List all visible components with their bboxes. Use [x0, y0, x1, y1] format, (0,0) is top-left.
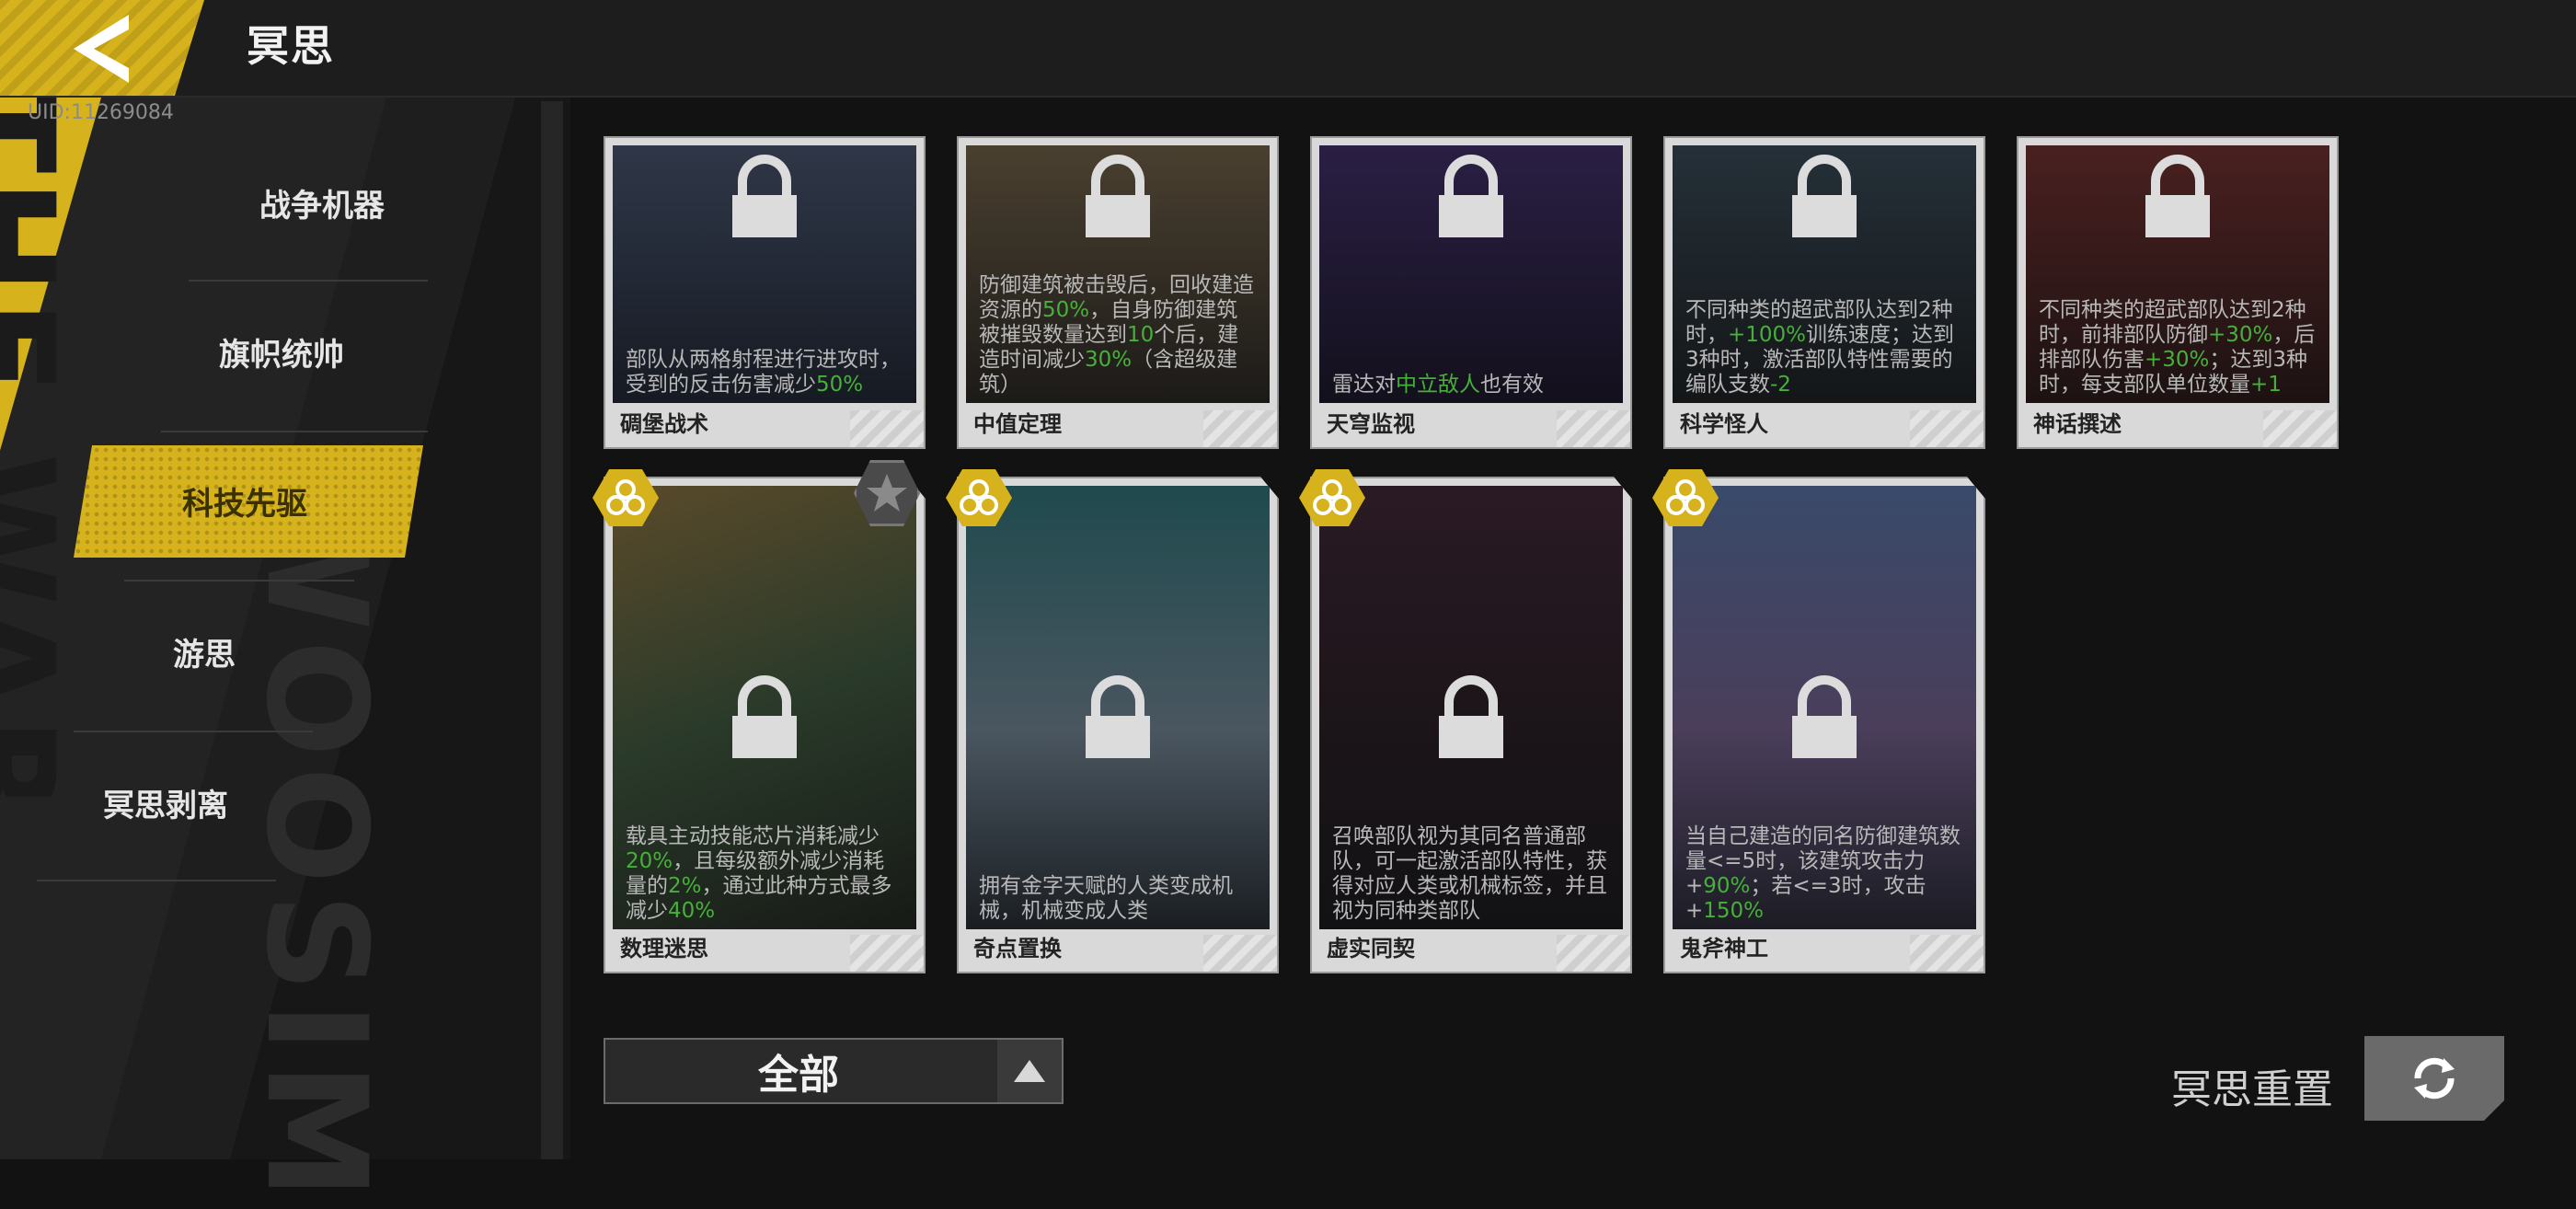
card-name: 鬼斧神工 — [1680, 936, 1768, 961]
card-art: 当自己建造的同名防御建筑数量<=5时，该建筑攻击力+90%；若<=3时，攻击+1… — [1673, 486, 1976, 929]
sidebar-divider — [124, 580, 354, 581]
card-description: 召唤部队视为其同名普通部队，可一起激活部队特性，获得对应人类或机械标签，并且视为… — [1332, 824, 1607, 923]
lock-icon — [1792, 155, 1857, 237]
back-arrow-icon — [74, 15, 129, 83]
card-art: 雷达对中立敌人也有效 — [1319, 145, 1623, 403]
card-art: 召唤部队视为其同名普通部队，可一起激活部队特性，获得对应人类或机械标签，并且视为… — [1319, 486, 1623, 929]
card-description: 防御建筑被击毁后，回收建造资源的50%，自身防御建筑被摧毁数量达到10个后，建造… — [979, 273, 1254, 397]
card-corner-stripes — [1203, 410, 1277, 447]
sidebar-divider — [37, 880, 276, 881]
card-art: 不同种类的超武部队达到2种时，前排部队防御+30%，后排部队伤害+30%；达到3… — [2026, 145, 2329, 403]
card-corner-stripes — [2263, 410, 2337, 447]
card-name: 中值定理 — [973, 411, 1062, 437]
back-button[interactable] — [0, 0, 204, 96]
card-art: 拥有金字天赋的人类变成机械，机械变成人类 — [966, 486, 1270, 929]
talent-card[interactable]: 部队从两格射程进行进攻时，受到的反击伤害减少50% 碉堡战术 — [604, 136, 926, 449]
card-name: 奇点置换 — [973, 936, 1062, 961]
lock-icon — [1439, 155, 1503, 237]
triangle-up-icon — [1014, 1060, 1045, 1082]
side-decoration-text: THE WAR — [0, 98, 83, 797]
card-art: 部队从两格射程进行进攻时，受到的反击伤害减少50% — [613, 145, 916, 403]
card-art: 载具主动技能芯片消耗减少20%，且每级额外减少消耗量的2%，通过此种方式最多减少… — [613, 486, 916, 929]
card-corner-stripes — [1203, 935, 1277, 972]
card-description: 不同种类的超武部队达到2种时，+100%训练速度；达到3种时，激活部队特性需要的… — [1685, 298, 1955, 397]
top-bar: 冥思 — [0, 0, 2576, 98]
card-corner-stripes — [1910, 935, 1984, 972]
talent-card[interactable]: 防御建筑被击毁后，回收建造资源的50%，自身防御建筑被摧毁数量达到10个后，建造… — [957, 136, 1279, 449]
sidebar-divider — [189, 280, 428, 282]
panel-divider — [541, 101, 563, 1159]
card-name: 神话撰述 — [2033, 411, 2122, 437]
sidebar-item-banner-commander[interactable]: 旗帜统帅 — [180, 296, 383, 407]
card-corner-stripes — [850, 935, 924, 972]
reset-label: 冥思重置 — [2171, 1066, 2333, 1113]
sidebar-divider — [74, 731, 313, 732]
card-description: 不同种类的超武部队达到2种时，前排部队防御+30%，后排部队伤害+30%；达到3… — [2039, 298, 2316, 397]
lock-icon — [1439, 675, 1503, 758]
filter-arrow-button[interactable] — [997, 1040, 1062, 1102]
sidebar-item-tech-pioneer[interactable]: 科技先驱 — [144, 445, 346, 556]
refresh-icon — [2414, 1057, 2455, 1100]
talent-card[interactable]: 雷达对中立敌人也有效 天穹监视 — [1310, 136, 1632, 449]
card-corner-stripes — [1557, 935, 1630, 972]
card-name: 碉堡战术 — [620, 411, 708, 437]
card-name: 数理迷思 — [620, 936, 708, 961]
card-description: 当自己建造的同名防御建筑数量<=5时，该建筑攻击力+90%；若<=3时，攻击+1… — [1685, 824, 1961, 923]
card-description: 部队从两格射程进行进攻时，受到的反击伤害减少50% — [626, 348, 901, 397]
card-description: 拥有金字天赋的人类变成机械，机械变成人类 — [979, 874, 1233, 923]
card-corner-stripes — [850, 410, 924, 447]
sidebar-item-war-machine[interactable]: 战争机器 — [221, 147, 423, 258]
talent-card[interactable]: 不同种类的超武部队达到2种时，前排部队防御+30%，后排部队伤害+30%；达到3… — [2017, 136, 2339, 449]
lock-icon — [2145, 155, 2210, 237]
card-corner-stripes — [1557, 410, 1630, 447]
sidebar-divider — [161, 431, 428, 432]
lock-icon — [732, 155, 797, 237]
card-name: 天穹监视 — [1327, 411, 1415, 437]
card-name: 科学怪人 — [1680, 411, 1768, 437]
lock-icon — [1086, 675, 1150, 758]
lock-icon — [732, 675, 797, 758]
uid-label: UID:11269084 — [28, 101, 174, 124]
lock-icon — [1792, 675, 1857, 758]
talent-card[interactable]: 拥有金字天赋的人类变成机械，机械变成人类 奇点置换 — [957, 477, 1279, 973]
card-art: 不同种类的超武部队达到2种时，+100%训练速度；达到3种时，激活部队特性需要的… — [1673, 145, 1976, 403]
card-description: 载具主动技能芯片消耗减少20%，且每级额外减少消耗量的2%，通过此种方式最多减少… — [626, 824, 892, 923]
sidebar-item-wandering[interactable]: 游思 — [103, 596, 305, 707]
sidebar-item-meditation-strip[interactable]: 冥思剥离 — [64, 747, 267, 858]
card-description: 雷达对中立敌人也有效 — [1332, 373, 1544, 397]
card-art: 防御建筑被击毁后，回收建造资源的50%，自身防御建筑被摧毁数量达到10个后，建造… — [966, 145, 1270, 403]
filter-label: 全部 — [758, 1052, 839, 1099]
talent-card[interactable]: 不同种类的超武部队达到2种时，+100%训练速度；达到3种时，激活部队特性需要的… — [1663, 136, 1985, 449]
talent-card[interactable]: 载具主动技能芯片消耗减少20%，且每级额外减少消耗量的2%，通过此种方式最多减少… — [604, 477, 926, 973]
card-corner-stripes — [1910, 410, 1984, 447]
reset-button[interactable] — [2364, 1036, 2504, 1121]
page-title: 冥思 — [247, 21, 335, 71]
filter-dropdown[interactable]: 全部 — [604, 1038, 1064, 1104]
talent-card[interactable]: 召唤部队视为其同名普通部队，可一起激活部队特性，获得对应人类或机械标签，并且视为… — [1310, 477, 1632, 973]
talent-card[interactable]: 当自己建造的同名防御建筑数量<=5时，该建筑攻击力+90%；若<=3时，攻击+1… — [1663, 477, 1985, 973]
card-name: 虚实同契 — [1327, 936, 1415, 961]
lock-icon — [1086, 155, 1150, 237]
